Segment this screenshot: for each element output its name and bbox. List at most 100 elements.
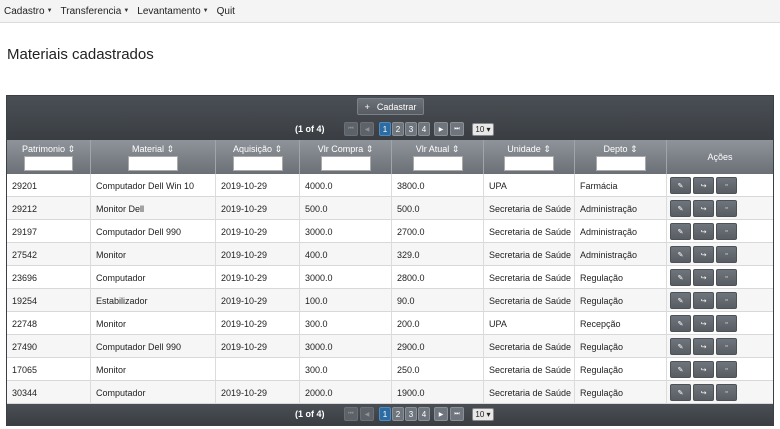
edit-button[interactable]: ✎ (670, 338, 691, 355)
delete-button[interactable]: ▫ (716, 361, 737, 378)
transfer-button[interactable]: ↪ (693, 223, 714, 240)
last-page-icon[interactable]: ⏭ (450, 407, 464, 421)
aquisicao-filter-input[interactable] (233, 156, 283, 171)
table-row[interactable]: 22748 Monitor 2019-10-29 300.0 200.0 UPA Recep… (7, 312, 773, 335)
edit-button[interactable]: ✎ (670, 200, 691, 217)
transfer-button[interactable]: ↪ (693, 177, 714, 194)
next-page-icon[interactable]: ▶ (434, 407, 448, 421)
edit-button[interactable]: ✎ (670, 292, 691, 309)
column-header-patrimonio[interactable]: Patrimonio ⇕ (7, 140, 91, 174)
table-row[interactable]: 29212 Monitor Dell 2019-10-29 500.0 500.0 Sec… (7, 197, 773, 220)
delete-button[interactable]: ▫ (716, 177, 737, 194)
table-cell: 329.0 (392, 243, 484, 266)
page-2-button[interactable]: 2 (392, 407, 404, 421)
delete-icon: ▫ (725, 320, 728, 327)
rows-per-page-select[interactable]: 10 ▾ (472, 407, 494, 421)
page-1-button[interactable]: 1 (379, 122, 391, 136)
table-cell: Secretaria de Saúde (484, 289, 575, 312)
table-row[interactable]: 30344 Computador 2019-10-29 2000.0 1900.0 Sec… (7, 381, 773, 404)
transfer-button[interactable]: ↪ (693, 315, 714, 332)
vlr-compra-filter-input[interactable] (321, 156, 371, 171)
delete-button[interactable]: ▫ (716, 338, 737, 355)
rows-per-page-select[interactable]: 10 ▾ (472, 122, 494, 136)
delete-button[interactable]: ▫ (716, 223, 737, 240)
transfer-button[interactable]: ↪ (693, 200, 714, 217)
top-paginator: + Cadastrar (1 of 4) ⏮ ◀ 1 2 3 4 ▶ ⏭ 10 … (7, 96, 773, 140)
column-header-material[interactable]: Material ⇕ (91, 140, 216, 174)
table-cell: 23696 (7, 266, 91, 289)
material-filter-input[interactable] (128, 156, 178, 171)
page-4-button[interactable]: 4 (418, 122, 430, 136)
transfer-icon: ↪ (700, 343, 707, 351)
page-4-button[interactable]: 4 (418, 407, 430, 421)
delete-icon: ▫ (725, 366, 728, 373)
menu-cadastro[interactable]: Cadastro ▼ (4, 6, 53, 17)
transfer-button[interactable]: ↪ (693, 269, 714, 286)
cadastrar-button[interactable]: + Cadastrar (357, 98, 424, 115)
delete-button[interactable]: ▫ (716, 384, 737, 401)
column-header-unidade[interactable]: Unidade ⇕ (484, 140, 575, 174)
transfer-button[interactable]: ↪ (693, 292, 714, 309)
delete-button[interactable]: ▫ (716, 269, 737, 286)
edit-button[interactable]: ✎ (670, 177, 691, 194)
patrimonio-filter-input[interactable] (24, 156, 73, 171)
column-header-depto[interactable]: Depto ⇕ (575, 140, 667, 174)
table-cell: Regulação (575, 266, 667, 289)
column-header-vlr-compra[interactable]: Vlr Compra ⇕ (300, 140, 392, 174)
table-cell: Administração (575, 220, 667, 243)
table-row[interactable]: 23696 Computador 2019-10-29 3000.0 2800.0 Sec… (7, 266, 773, 289)
column-header-aquisicao[interactable]: Aquisição ⇕ (216, 140, 300, 174)
table-cell: 2019-10-29 (216, 312, 300, 335)
edit-icon: ✎ (677, 366, 684, 374)
table-cell: 27490 (7, 335, 91, 358)
table-cell: 19254 (7, 289, 91, 312)
table-row[interactable]: 27490 Computador Dell 990 2019-10-29 3000.0… (7, 335, 773, 358)
table-row[interactable]: 27542 Monitor 2019-10-29 400.0 329.0 Secretar… (7, 243, 773, 266)
page-3-button[interactable]: 3 (405, 407, 417, 421)
materials-datatable: + Cadastrar (1 of 4) ⏮ ◀ 1 2 3 4 ▶ ⏭ 10 … (6, 95, 774, 426)
delete-button[interactable]: ▫ (716, 315, 737, 332)
prev-page-icon[interactable]: ◀ (360, 122, 374, 136)
delete-button[interactable]: ▫ (716, 292, 737, 309)
transfer-button[interactable]: ↪ (693, 384, 714, 401)
table-row[interactable]: 17065 Monitor 300.0 250.0 Secretaria de Saúd… (7, 358, 773, 381)
menu-quit[interactable]: Quit (217, 6, 235, 17)
first-page-icon[interactable]: ⏮ (344, 122, 358, 136)
edit-button[interactable]: ✎ (670, 315, 691, 332)
column-header-vlr-atual[interactable]: Vlr Atual ⇕ (392, 140, 484, 174)
depto-filter-input[interactable] (596, 156, 646, 171)
delete-icon: ▫ (725, 228, 728, 235)
transfer-icon: ↪ (700, 228, 707, 236)
delete-button[interactable]: ▫ (716, 200, 737, 217)
table-row[interactable]: 19254 Estabilizador 2019-10-29 100.0 90.0 Sec… (7, 289, 773, 312)
edit-button[interactable]: ✎ (670, 269, 691, 286)
page-3-button[interactable]: 3 (405, 122, 417, 136)
last-page-icon[interactable]: ⏭ (450, 122, 464, 136)
menu-levantamento[interactable]: Levantamento ▼ (137, 6, 208, 17)
page-1-button[interactable]: 1 (379, 407, 391, 421)
table-cell: 22748 (7, 312, 91, 335)
table-cell: 2700.0 (392, 220, 484, 243)
prev-page-icon[interactable]: ◀ (360, 407, 374, 421)
delete-button[interactable]: ▫ (716, 246, 737, 263)
table-cell: 2000.0 (300, 381, 392, 404)
transfer-button[interactable]: ↪ (693, 246, 714, 263)
next-page-icon[interactable]: ▶ (434, 122, 448, 136)
page-2-button[interactable]: 2 (392, 122, 404, 136)
table-row[interactable]: 29201 Computador Dell Win 10 2019-10-29 400… (7, 174, 773, 197)
edit-button[interactable]: ✎ (670, 223, 691, 240)
transfer-button[interactable]: ↪ (693, 361, 714, 378)
delete-icon: ▫ (725, 297, 728, 304)
unidade-filter-input[interactable] (504, 156, 554, 171)
menu-transferencia[interactable]: Transferencia ▼ (61, 6, 130, 17)
first-page-icon[interactable]: ⏮ (344, 407, 358, 421)
row-actions: ✎ ↪ ▫ (667, 289, 773, 312)
edit-button[interactable]: ✎ (670, 361, 691, 378)
table-cell: 500.0 (300, 197, 392, 220)
edit-button[interactable]: ✎ (670, 384, 691, 401)
row-actions: ✎ ↪ ▫ (667, 174, 773, 197)
edit-button[interactable]: ✎ (670, 246, 691, 263)
transfer-button[interactable]: ↪ (693, 338, 714, 355)
table-row[interactable]: 29197 Computador Dell 990 2019-10-29 3000.0… (7, 220, 773, 243)
vlr-atual-filter-input[interactable] (413, 156, 463, 171)
